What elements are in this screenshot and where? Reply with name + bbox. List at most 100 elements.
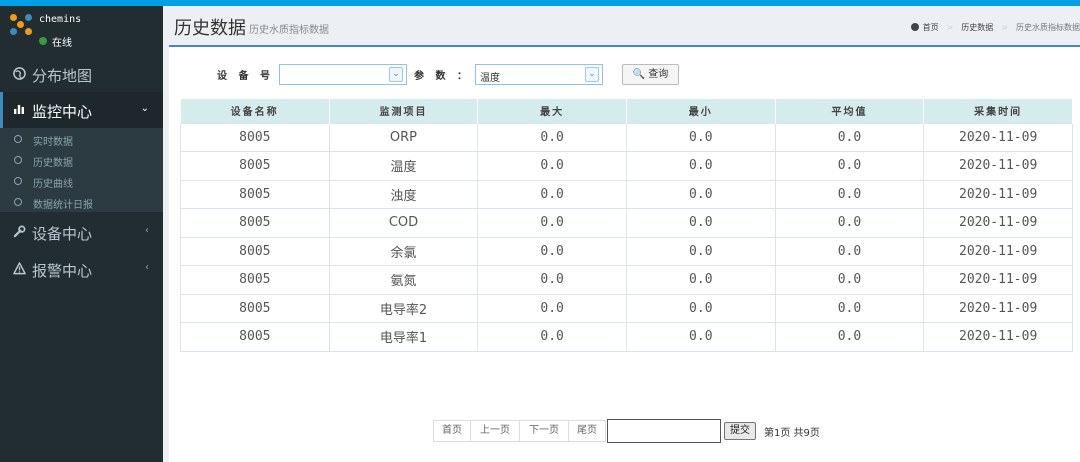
table-cell: 0.0 bbox=[477, 322, 627, 352]
table-cell: 0.0 bbox=[774, 293, 925, 323]
table-cell: 浊度 bbox=[328, 179, 479, 209]
column-header: 最小 bbox=[626, 99, 776, 123]
next-page-button[interactable]: 下一页 bbox=[519, 420, 569, 442]
sidebar-item-alarms[interactable]: 报警中心 ‹ bbox=[0, 251, 163, 288]
table-cell: 0.0 bbox=[625, 265, 776, 295]
table-row: 8005 温度 0.0 0.0 0.0 2020-11-09 bbox=[180, 151, 1073, 181]
user-status: 在线 bbox=[52, 38, 72, 49]
breadcrumb-history[interactable]: 历史数据 bbox=[961, 23, 993, 32]
table-cell: 电导率2 bbox=[328, 293, 479, 323]
submenu-item-daily-report[interactable]: 数据统计日报 bbox=[0, 192, 163, 213]
online-status-icon bbox=[39, 37, 47, 45]
table-cell: 电导率1 bbox=[328, 322, 479, 352]
table-cell: 8005 bbox=[180, 179, 330, 209]
table-cell: 2020-11-09 bbox=[923, 293, 1073, 323]
table-cell: 2020-11-09 bbox=[923, 208, 1073, 238]
logo-icon bbox=[10, 14, 32, 36]
column-header: 平均值 bbox=[775, 99, 925, 123]
monitor-submenu: 实时数据 历史数据 历史曲线 数据统计日报 bbox=[0, 128, 163, 212]
param-select[interactable]: 温度 ⌄ bbox=[475, 64, 603, 85]
table-cell: 8005 bbox=[180, 293, 330, 323]
table-cell: 8005 bbox=[180, 236, 330, 266]
table-cell: 0.0 bbox=[625, 179, 776, 209]
table-row: 8005 COD 0.0 0.0 0.0 2020-11-09 bbox=[180, 208, 1073, 238]
submenu-item-label: 数据统计日报 bbox=[33, 200, 93, 211]
chevron-left-icon: ‹ bbox=[145, 262, 149, 273]
table-cell: 0.0 bbox=[477, 179, 627, 209]
table-cell: 0.0 bbox=[774, 151, 925, 181]
chevron-down-icon: ⌄ bbox=[389, 67, 403, 82]
history-table: 设备名称 监测项目 最大 最小 平均值 采集时间 8005 ORP 0.0 0.… bbox=[180, 99, 1073, 352]
bar-chart-icon bbox=[12, 103, 26, 117]
submenu-item-history[interactable]: 历史数据 bbox=[0, 150, 163, 171]
data-panel: 设 备 号 ： ⌄ 参 数 ： 温度 ⌄ 🔍 查询 设备名称 监测项目 最大 最… bbox=[169, 45, 1080, 462]
submenu-item-label: 历史曲线 bbox=[33, 179, 73, 190]
table-cell: 温度 bbox=[328, 151, 479, 181]
table-cell: 0.0 bbox=[625, 122, 776, 152]
table-cell: 2020-11-09 bbox=[923, 265, 1073, 295]
table-cell: COD bbox=[328, 208, 479, 238]
table-cell: 0.0 bbox=[774, 179, 925, 209]
table-cell: 0.0 bbox=[477, 122, 627, 152]
circle-icon bbox=[14, 156, 22, 164]
user-name: chemins bbox=[39, 14, 82, 25]
table-row: 8005 电导率1 0.0 0.0 0.0 2020-11-09 bbox=[180, 322, 1073, 352]
sidebar-item-map[interactable]: 分布地图 bbox=[0, 56, 163, 93]
table-cell: 0.0 bbox=[625, 151, 776, 181]
table-cell: 0.0 bbox=[625, 322, 776, 352]
device-select[interactable]: ⌄ bbox=[279, 64, 407, 85]
page-number-input[interactable] bbox=[607, 419, 721, 443]
table-cell: 氨氮 bbox=[328, 265, 479, 295]
warning-icon bbox=[12, 262, 26, 276]
table-cell: 0.0 bbox=[477, 236, 627, 266]
query-button[interactable]: 🔍 查询 bbox=[622, 64, 679, 85]
breadcrumb-current: 历史水质指标数据 bbox=[1016, 23, 1080, 32]
page-submit-button[interactable]: 提交 bbox=[724, 422, 756, 440]
breadcrumb-separator: > bbox=[1001, 23, 1008, 32]
table-row: 8005 氨氮 0.0 0.0 0.0 2020-11-09 bbox=[180, 265, 1073, 295]
sidebar-item-monitor[interactable]: 监控中心 ⌄ bbox=[0, 92, 163, 129]
sidebar-item-label: 分布地图 bbox=[32, 67, 93, 85]
user-panel: chemins 在线 bbox=[0, 6, 163, 52]
table-cell: 余氯 bbox=[328, 236, 479, 266]
last-page-button[interactable]: 尾页 bbox=[568, 420, 606, 442]
circle-icon bbox=[14, 135, 22, 143]
column-header: 采集时间 bbox=[923, 99, 1073, 123]
table-header-row: 设备名称 监测项目 最大 最小 平均值 采集时间 bbox=[180, 99, 1073, 123]
submenu-item-realtime[interactable]: 实时数据 bbox=[0, 129, 163, 150]
table-cell: 8005 bbox=[180, 122, 330, 152]
breadcrumb-separator: > bbox=[946, 23, 954, 32]
sidebar: chemins 在线 分布地图 监控中心 ⌄ 实时数据 历史数据 历史曲线 数据… bbox=[0, 6, 163, 462]
table-cell: 2020-11-09 bbox=[923, 122, 1073, 152]
sidebar-item-devices[interactable]: 设备中心 ‹ bbox=[0, 214, 163, 251]
table-cell: 2020-11-09 bbox=[923, 179, 1073, 209]
table-cell: 8005 bbox=[180, 265, 330, 295]
globe-icon bbox=[12, 67, 26, 81]
breadcrumb: 首页 > 历史数据 > 历史水质指标数据 bbox=[910, 22, 1080, 33]
table-cell: 0.0 bbox=[774, 236, 925, 266]
column-header: 最大 bbox=[477, 99, 627, 123]
table-cell: 0.0 bbox=[477, 151, 627, 181]
submenu-item-history-curve[interactable]: 历史曲线 bbox=[0, 171, 163, 192]
table-cell: 0.0 bbox=[477, 208, 627, 238]
table-cell: 2020-11-09 bbox=[923, 322, 1073, 352]
page-title: 历史数据 bbox=[174, 18, 246, 39]
prev-page-button[interactable]: 上一页 bbox=[470, 420, 520, 442]
table-row: 8005 余氯 0.0 0.0 0.0 2020-11-09 bbox=[180, 236, 1073, 266]
table-cell: ORP bbox=[328, 122, 479, 152]
chevron-down-icon: ⌄ bbox=[585, 67, 599, 82]
sidebar-item-label: 报警中心 bbox=[32, 262, 93, 280]
table-cell: 2020-11-09 bbox=[923, 151, 1073, 181]
page-subtitle: 历史水质指标数据 bbox=[249, 25, 329, 36]
first-page-button[interactable]: 首页 bbox=[433, 420, 471, 442]
page-info: 第1页 共9页 bbox=[764, 428, 820, 439]
breadcrumb-home[interactable]: 首页 bbox=[923, 23, 939, 32]
table-row: 8005 电导率2 0.0 0.0 0.0 2020-11-09 bbox=[180, 293, 1073, 323]
wrench-icon bbox=[12, 225, 26, 239]
table-cell: 8005 bbox=[180, 322, 330, 352]
param-label: 参 数 ： bbox=[414, 71, 471, 82]
table-row: 8005 ORP 0.0 0.0 0.0 2020-11-09 bbox=[180, 122, 1073, 152]
circle-icon bbox=[14, 198, 22, 206]
chevron-down-icon: ⌄ bbox=[140, 103, 149, 114]
submenu-item-label: 历史数据 bbox=[33, 158, 73, 169]
